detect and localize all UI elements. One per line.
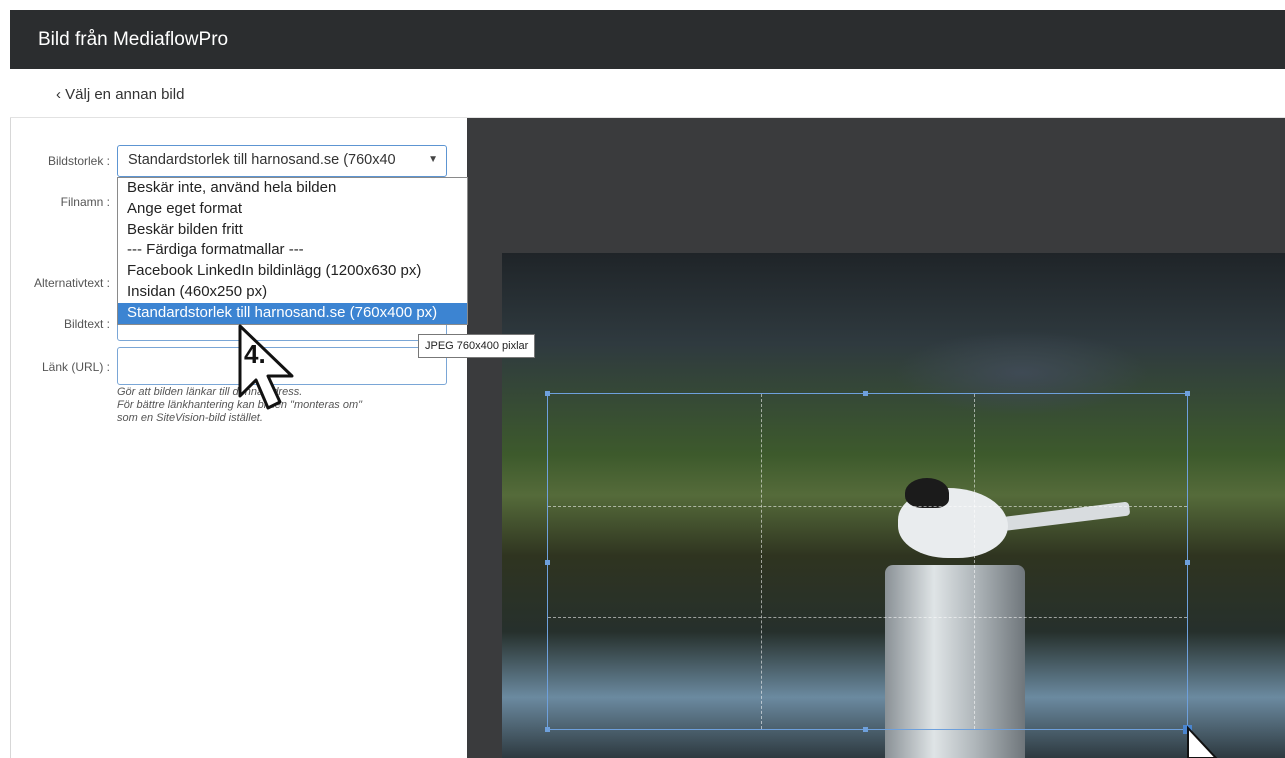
title-bar: Bild från MediaflowPro [10, 10, 1285, 69]
crop-handle-bottom-left[interactable] [545, 727, 550, 732]
dropdown-option-separator: --- Färdiga formatmallar --- [127, 241, 304, 259]
crop-handle-top[interactable] [863, 391, 868, 396]
crop-handle-top-right[interactable] [1185, 391, 1190, 396]
dropdown-option[interactable]: Facebook LinkedIn bildinlägg (1200x630 p… [118, 261, 467, 282]
window-title: Bild från MediaflowPro [38, 29, 229, 50]
caption-label: Bildtext : [63, 317, 110, 331]
crop-grid-line [548, 617, 1187, 619]
corner-pointer-cursor-icon [1187, 726, 1218, 758]
crop-handle-right[interactable] [1185, 560, 1190, 565]
dropdown-option-selected[interactable]: Standardstorlek till harnosand.se (760x4… [118, 302, 467, 324]
crop-grid-line [973, 394, 975, 729]
crop-grid-line [760, 394, 762, 729]
crop-handle-bottom[interactable] [863, 727, 868, 732]
image-size-value: Standardstorlek till harnosand.se (760x4… [128, 152, 396, 168]
back-bar: ‹ Välj en annan bild [10, 70, 1285, 118]
dropdown-option[interactable]: Insidan (460x250 px) [118, 282, 467, 303]
size-tooltip: JPEG 760x400 pixlar [418, 334, 536, 358]
image-size-select[interactable]: Standardstorlek till harnosand.se (760x4… [117, 145, 447, 177]
alt-text-label: Alternativtext : [33, 276, 110, 290]
filename-label: Filnamn : [60, 195, 110, 209]
crop-frame[interactable] [545, 391, 1192, 734]
image-size-dropdown: Beskär inte, använd hela bilden Ange ege… [117, 177, 468, 325]
link-hint-line-3: som en SiteVision-bild istället. [117, 412, 263, 424]
dropdown-option[interactable]: Beskär inte, använd hela bilden [118, 178, 467, 199]
crop-grid-line [548, 505, 1187, 507]
link-url-label: Länk (URL) : [41, 360, 110, 374]
dropdown-option[interactable]: Ange eget format [118, 199, 467, 220]
image-size-label: Bildstorlek : [47, 154, 110, 168]
crop-handle-top-left[interactable] [545, 391, 550, 396]
step-number-label: 4. [244, 339, 266, 369]
chevron-down-icon: ▼ [428, 154, 438, 165]
dropdown-option[interactable]: Beskär bilden fritt [118, 220, 467, 241]
choose-other-image-link[interactable]: ‹ Välj en annan bild [56, 86, 184, 103]
crop-handle-left[interactable] [545, 560, 550, 565]
